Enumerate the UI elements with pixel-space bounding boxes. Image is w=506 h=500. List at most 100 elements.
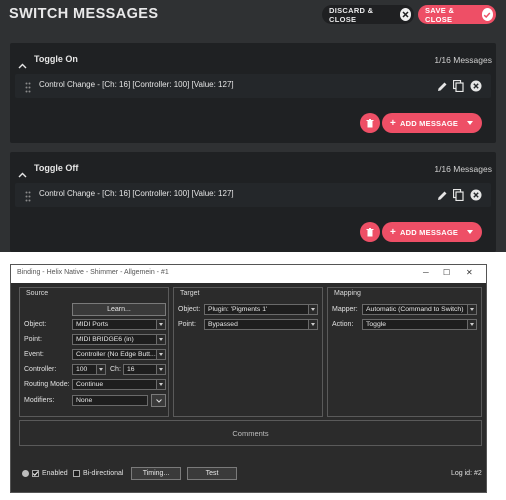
comments-placeholder: Comments bbox=[232, 428, 269, 438]
message-text: Control Change - [Ch: 16] [Controller: 1… bbox=[39, 189, 234, 198]
status-indicator-icon bbox=[22, 470, 29, 477]
message-row[interactable]: Control Change - [Ch: 16] [Controller: 1… bbox=[15, 183, 491, 207]
enabled-checkbox[interactable] bbox=[32, 470, 39, 477]
drag-handle-icon[interactable] bbox=[25, 189, 31, 207]
channel-select[interactable]: 16 bbox=[123, 364, 166, 375]
chevron-down-icon bbox=[467, 320, 476, 329]
log-id: Log id: #2 bbox=[451, 470, 482, 477]
switch-messages-editor: SWITCH MESSAGES DISCARD & CLOSE SAVE & C… bbox=[0, 0, 506, 252]
event-label: Event: bbox=[24, 351, 44, 358]
remove-icon[interactable] bbox=[470, 79, 482, 97]
routing-mode-label: Routing Mode: bbox=[24, 381, 70, 388]
panel-title: Toggle On bbox=[34, 54, 78, 64]
trash-icon bbox=[366, 227, 374, 236]
source-object-value: MIDI Ports bbox=[76, 321, 109, 328]
chevron-down-icon bbox=[156, 320, 165, 329]
toggle-on-panel: Toggle On 1/16 Messages Control Change -… bbox=[10, 43, 496, 143]
edit-icon[interactable] bbox=[437, 79, 448, 97]
modifiers-field[interactable]: None bbox=[72, 395, 148, 406]
modifiers-label: Modifiers: bbox=[24, 397, 55, 404]
mapper-label: Mapper: bbox=[332, 306, 358, 313]
target-title: Target bbox=[180, 290, 200, 297]
action-label: Action: bbox=[332, 321, 354, 328]
source-event-select[interactable]: Controller (No Edge Butt... bbox=[72, 349, 166, 360]
add-message-label: ADD MESSAGE bbox=[400, 227, 459, 237]
chevron-down-icon bbox=[308, 305, 317, 314]
timing-button[interactable]: Timing... bbox=[131, 467, 181, 480]
close-icon[interactable]: ✕ bbox=[466, 268, 473, 277]
comments-field[interactable]: Comments bbox=[19, 420, 482, 446]
channel-value: 16 bbox=[127, 366, 135, 373]
routing-mode-value: Continue bbox=[76, 381, 104, 388]
modifiers-value: None bbox=[76, 397, 93, 404]
routing-mode-select[interactable]: Continue bbox=[72, 379, 166, 390]
message-count: 1/16 Messages bbox=[434, 164, 492, 174]
minimize-icon[interactable]: ─ bbox=[423, 268, 429, 277]
plus-icon: + bbox=[390, 226, 397, 238]
action-select[interactable]: Toggle bbox=[362, 319, 477, 330]
checkmark-icon bbox=[32, 471, 39, 477]
source-point-select[interactable]: MIDI BRIDGE6 (in) bbox=[72, 334, 166, 345]
drag-handle-icon[interactable] bbox=[25, 80, 31, 98]
binding-dialog: Binding - Helix Native - Shimmer - Allge… bbox=[10, 264, 487, 493]
modifiers-dropdown-button[interactable] bbox=[151, 394, 166, 407]
add-message-button[interactable]: + ADD MESSAGE bbox=[382, 222, 482, 242]
controller-stepper[interactable]: 100 bbox=[72, 364, 106, 375]
source-title: Source bbox=[26, 290, 49, 297]
mapper-value: Automatic (Command to Switch) bbox=[366, 306, 464, 313]
save-close-button[interactable]: SAVE & CLOSE bbox=[418, 5, 496, 24]
page-title: SWITCH MESSAGES bbox=[9, 6, 159, 22]
message-row[interactable]: Control Change - [Ch: 16] [Controller: 1… bbox=[15, 74, 491, 98]
point-label: Point: bbox=[24, 336, 42, 343]
chevron-down-icon bbox=[308, 320, 317, 329]
delete-button[interactable] bbox=[360, 113, 380, 133]
chevron-down-icon bbox=[156, 365, 165, 374]
chevron-up-icon[interactable] bbox=[18, 56, 27, 74]
point-label: Point: bbox=[178, 321, 196, 328]
learn-button[interactable]: Learn... bbox=[72, 303, 166, 316]
message-count: 1/16 Messages bbox=[434, 55, 492, 65]
caret-down-icon[interactable] bbox=[467, 121, 473, 125]
chevron-down-icon bbox=[156, 380, 165, 389]
chevron-up-icon[interactable] bbox=[18, 165, 27, 183]
target-object-value: Plugin: 'Pigments 1' bbox=[208, 306, 268, 313]
plus-icon: + bbox=[390, 117, 397, 129]
maximize-icon[interactable]: ☐ bbox=[443, 268, 450, 277]
discard-close-label: DISCARD & CLOSE bbox=[329, 5, 374, 24]
target-point-select[interactable]: Bypassed bbox=[204, 319, 318, 330]
bidirectional-checkbox[interactable] bbox=[73, 470, 80, 477]
caret-down-icon[interactable] bbox=[467, 230, 473, 234]
copy-icon[interactable] bbox=[452, 79, 464, 97]
source-point-value: MIDI BRIDGE6 (in) bbox=[76, 336, 134, 343]
close-icon bbox=[399, 8, 411, 21]
target-group: Target Object: Plugin: 'Pigments 1' Poin… bbox=[173, 287, 323, 417]
object-label: Object: bbox=[178, 306, 201, 313]
controller-value: 100 bbox=[76, 366, 88, 373]
chevron-down-icon bbox=[156, 335, 165, 344]
dialog-titlebar: Binding - Helix Native - Shimmer - Allge… bbox=[11, 265, 486, 283]
test-button[interactable]: Test bbox=[187, 467, 237, 480]
source-object-select[interactable]: MIDI Ports bbox=[72, 319, 166, 330]
chevron-down-icon bbox=[156, 350, 165, 359]
save-close-label: SAVE & CLOSE bbox=[425, 5, 455, 24]
copy-icon[interactable] bbox=[452, 188, 464, 206]
mapping-group: Mapping Mapper: Automatic (Command to Sw… bbox=[327, 287, 482, 417]
remove-icon[interactable] bbox=[470, 188, 482, 206]
ch-label: Ch: bbox=[110, 366, 121, 373]
delete-button[interactable] bbox=[360, 222, 380, 242]
source-group: Source Learn... Object: MIDI Ports Point… bbox=[19, 287, 169, 417]
mapper-select[interactable]: Automatic (Command to Switch) bbox=[362, 304, 477, 315]
target-point-value: Bypassed bbox=[208, 321, 238, 328]
panel-title: Toggle Off bbox=[34, 163, 79, 173]
target-object-select[interactable]: Plugin: 'Pigments 1' bbox=[204, 304, 318, 315]
edit-icon[interactable] bbox=[437, 188, 448, 206]
discard-close-button[interactable]: DISCARD & CLOSE bbox=[322, 5, 414, 24]
spinner-icon[interactable] bbox=[96, 365, 105, 374]
toggle-off-panel: Toggle Off 1/16 Messages Control Change … bbox=[10, 152, 496, 252]
add-message-label: ADD MESSAGE bbox=[400, 118, 459, 128]
chevron-down-icon bbox=[155, 398, 162, 403]
add-message-button[interactable]: + ADD MESSAGE bbox=[382, 113, 482, 133]
action-value: Toggle bbox=[366, 321, 387, 328]
trash-icon bbox=[366, 118, 374, 127]
message-text: Control Change - [Ch: 16] [Controller: 1… bbox=[39, 80, 234, 89]
